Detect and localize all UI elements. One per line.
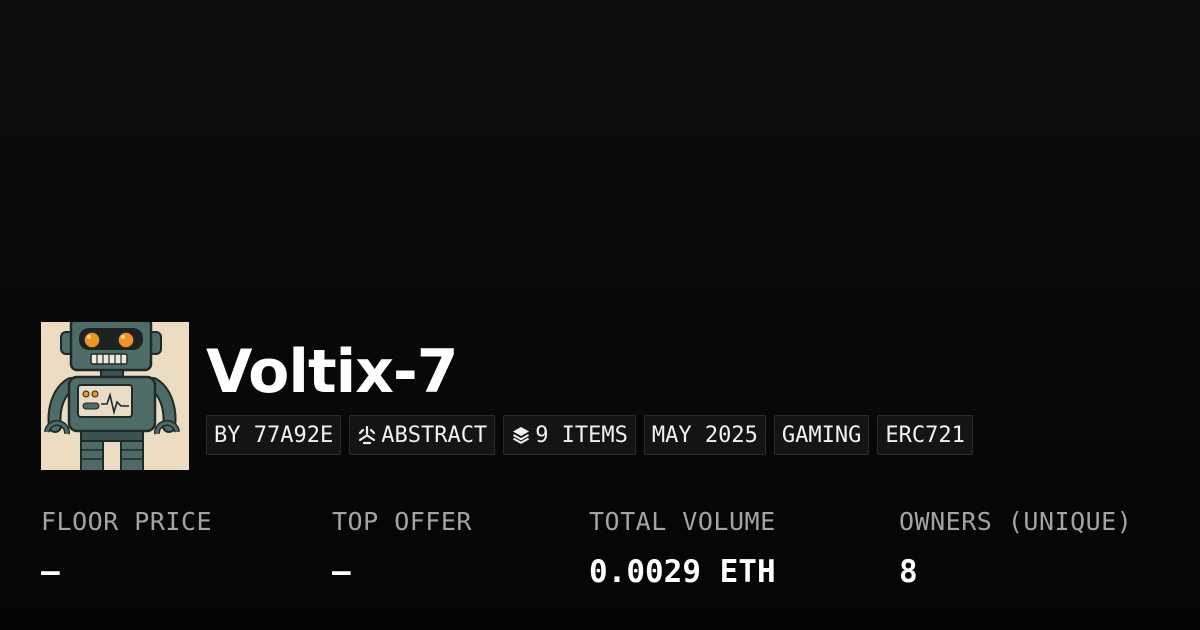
date-tag-label: MAY 2025 [651,422,758,448]
abstract-logo-icon [357,425,377,445]
creator-tag[interactable]: BY 77A92E [206,415,342,455]
category-tag[interactable]: GAMING [773,415,870,455]
items-tag[interactable]: 9 ITEMS [503,415,636,455]
creator-tag-label: BY 77A92E [214,422,334,448]
date-tag: MAY 2025 [643,415,766,455]
category-tag-label: GAMING [781,422,862,448]
chain-tag-label: ABSTRACT [381,422,488,448]
standard-tag-label: ERC721 [885,422,965,448]
chain-tag[interactable]: ABSTRACT [349,415,496,455]
owners-value: 8 [899,554,918,590]
top-offer-stat: TOP OFFER – [332,502,472,592]
collection-title: Voltix-7 [206,337,459,407]
layers-icon [511,425,531,445]
collection-avatar [41,322,189,470]
floor-price-stat: FLOOR PRICE – [41,502,212,592]
standard-tag: ERC721 [877,415,973,455]
owners-stat: OWNERS (UNIQUE) 8 [899,502,1132,592]
items-tag-label: 9 ITEMS [535,422,628,448]
collection-tags: BY 77A92E ABSTRACT 9 ITEMS MAY 2025 GAMI… [206,415,973,455]
total-volume-value: 0.0029 ETH [589,554,776,590]
owners-label: OWNERS (UNIQUE) [899,507,1133,536]
floor-price-label: FLOOR PRICE [41,507,213,536]
floor-price-value: – [41,554,60,590]
robot-image [41,322,189,470]
total-volume-stat: TOTAL VOLUME 0.0029 ETH [589,502,776,592]
top-offer-label: TOP OFFER [332,507,472,536]
collection-card: Voltix-7 BY 77A92E ABSTRACT 9 ITEMS MAY … [0,0,1200,630]
total-volume-label: TOTAL VOLUME [589,507,776,536]
top-offer-value: – [332,554,351,590]
